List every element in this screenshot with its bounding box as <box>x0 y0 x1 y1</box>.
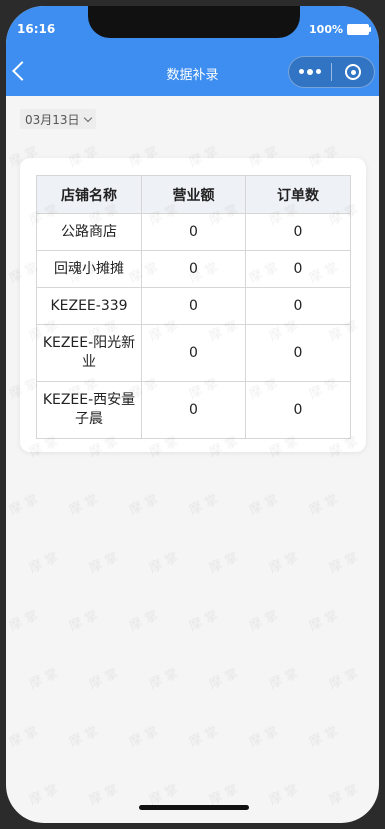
chevron-down-icon <box>83 113 92 122</box>
table-row: 回魂小摊摊 0 0 <box>36 250 351 288</box>
watermark-text: 摩 掌 <box>267 550 301 577</box>
camera-notch <box>88 6 300 38</box>
watermark-text: 摩 掌 <box>327 666 361 693</box>
home-indicator <box>139 805 249 810</box>
header-orders: 订单数 <box>245 175 351 214</box>
watermark-text: 摩 掌 <box>307 724 341 751</box>
orders-cell[interactable]: 0 <box>245 287 351 325</box>
watermark-text: 摩 掌 <box>127 492 161 519</box>
battery-percent: 100% <box>309 23 343 36</box>
watermark-text: 摩 掌 <box>267 782 301 809</box>
shop-data-table: 店铺名称 营业额 订单数 公路商店 0 0 回魂小摊摊 0 0 KEZEE-33… <box>36 175 351 439</box>
table-header-row: 店铺名称 营业额 订单数 <box>36 175 351 214</box>
watermark-text: 摩 掌 <box>327 550 361 577</box>
orders-cell[interactable]: 0 <box>245 213 351 251</box>
header-revenue: 营业额 <box>141 175 246 214</box>
watermark-text: 摩 掌 <box>187 492 221 519</box>
watermark-text: 摩 掌 <box>307 608 341 635</box>
table-row: 公路商店 0 0 <box>36 213 351 251</box>
watermark-text: 摩 掌 <box>247 492 281 519</box>
revenue-cell[interactable]: 0 <box>141 324 246 382</box>
watermark-text: 摩 掌 <box>187 724 221 751</box>
watermark-text: 摩 掌 <box>147 782 181 809</box>
watermark-text: 摩 掌 <box>247 608 281 635</box>
orders-cell[interactable]: 0 <box>245 381 351 439</box>
watermark-text: 摩 掌 <box>87 666 121 693</box>
watermark-text: 摩 掌 <box>27 782 61 809</box>
watermark-text: 摩 掌 <box>327 782 361 809</box>
watermark-text: 摩 掌 <box>67 608 101 635</box>
status-time: 16:16 <box>17 22 56 36</box>
watermark-text: 摩 掌 <box>147 550 181 577</box>
date-picker[interactable]: 03月13日 <box>20 109 96 129</box>
revenue-cell[interactable]: 0 <box>141 287 246 325</box>
watermark-text: 摩 掌 <box>67 492 101 519</box>
more-dots-icon[interactable] <box>289 69 331 75</box>
table-row: KEZEE-339 0 0 <box>36 287 351 325</box>
close-target-icon[interactable] <box>332 64 374 80</box>
watermark-text: 摩 掌 <box>7 492 41 519</box>
orders-cell[interactable]: 0 <box>245 324 351 382</box>
watermark-text: 摩 掌 <box>267 666 301 693</box>
revenue-cell[interactable]: 0 <box>141 381 246 439</box>
table-row: KEZEE-西安量子晨 0 0 <box>36 381 351 439</box>
battery-icon <box>347 24 371 35</box>
watermark-text: 摩 掌 <box>207 782 241 809</box>
watermark-text: 摩 掌 <box>247 724 281 751</box>
data-card: 店铺名称 营业额 订单数 公路商店 0 0 回魂小摊摊 0 0 KEZEE-33… <box>20 158 366 452</box>
revenue-cell[interactable]: 0 <box>141 250 246 288</box>
shop-name: KEZEE-339 <box>36 287 142 325</box>
header-shop-name: 店铺名称 <box>36 175 142 214</box>
revenue-cell[interactable]: 0 <box>141 213 246 251</box>
shop-name: KEZEE-阳光新业 <box>36 324 142 382</box>
watermark-text: 摩 掌 <box>27 666 61 693</box>
navigation-bar: 16:16 100% 数据补录 <box>6 6 379 96</box>
watermark-text: 摩 掌 <box>127 608 161 635</box>
watermark-text: 摩 掌 <box>147 666 181 693</box>
shop-name: 回魂小摊摊 <box>36 250 142 288</box>
orders-cell[interactable]: 0 <box>245 250 351 288</box>
watermark-text: 摩 掌 <box>7 608 41 635</box>
watermark-text: 摩 掌 <box>207 666 241 693</box>
watermark-text: 摩 掌 <box>7 724 41 751</box>
watermark-text: 摩 掌 <box>87 550 121 577</box>
watermark-text: 摩 掌 <box>67 724 101 751</box>
battery-status: 100% <box>309 23 371 36</box>
shop-name: KEZEE-西安量子晨 <box>36 381 142 439</box>
watermark-text: 摩 掌 <box>307 492 341 519</box>
shop-name: 公路商店 <box>36 213 142 251</box>
table-row: KEZEE-阳光新业 0 0 <box>36 324 351 382</box>
watermark-text: 摩 掌 <box>187 608 221 635</box>
watermark-text: 摩 掌 <box>87 782 121 809</box>
date-value: 03月13日 <box>25 112 80 127</box>
watermark-text: 摩 掌 <box>207 550 241 577</box>
watermark-text: 摩 掌 <box>27 550 61 577</box>
watermark-text: 摩 掌 <box>127 724 161 751</box>
mini-program-capsule <box>288 56 375 88</box>
phone-frame: 16:16 100% 数据补录 03月13日 店铺名称 营业额 订单数 公路商店… <box>6 6 379 823</box>
